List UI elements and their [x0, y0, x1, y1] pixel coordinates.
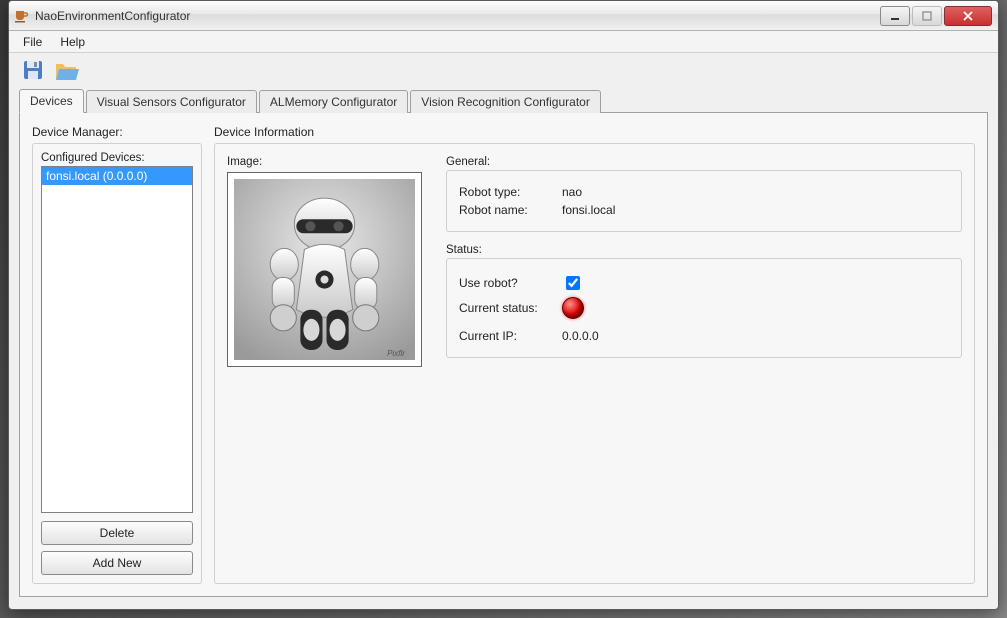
add-new-button[interactable]: Add New: [41, 551, 193, 575]
configured-devices-list[interactable]: fonsi.local (0.0.0.0): [41, 166, 193, 513]
status-group: Use robot? Current status: Current IP:: [446, 258, 962, 358]
menu-file[interactable]: File: [15, 33, 50, 51]
image-column: Image:: [227, 156, 432, 367]
device-manager-title: Device Manager:: [32, 125, 202, 139]
current-status-label: Current status:: [459, 301, 554, 315]
list-item[interactable]: fonsi.local (0.0.0.0): [42, 167, 192, 185]
robot-type-label: Robot type:: [459, 185, 554, 199]
tab-almemory[interactable]: ALMemory Configurator: [259, 90, 408, 113]
save-icon: [21, 58, 45, 85]
app-window: NaoEnvironmentConfigurator File Help: [8, 0, 999, 610]
nao-robot-image: Pixflr: [234, 179, 415, 360]
general-title: General:: [446, 156, 962, 168]
robot-image-frame: Pixflr: [227, 172, 422, 367]
device-manager-panel: Device Manager: Configured Devices: fons…: [32, 125, 202, 584]
window-controls: [880, 6, 992, 26]
menubar: File Help: [9, 31, 998, 53]
device-information-panel: Device Information Image:: [214, 125, 975, 584]
close-button[interactable]: [944, 6, 992, 26]
save-button[interactable]: [19, 57, 47, 85]
robot-type-value: nao: [562, 185, 582, 199]
robot-name-value: fonsi.local: [562, 203, 615, 217]
details-column: General: Robot type: nao Robot name: fon…: [446, 156, 962, 358]
current-ip-label: Current IP:: [459, 329, 554, 343]
java-cup-icon: [13, 8, 29, 24]
status-led-icon: [562, 297, 584, 319]
general-group: Robot type: nao Robot name: fonsi.local: [446, 170, 962, 232]
toolbar: [9, 53, 998, 89]
open-button[interactable]: [53, 57, 81, 85]
image-label: Image:: [227, 156, 432, 168]
tab-panel-devices: Device Manager: Configured Devices: fons…: [19, 113, 988, 597]
delete-button[interactable]: Delete: [41, 521, 193, 545]
tab-devices[interactable]: Devices: [19, 89, 84, 113]
use-robot-label: Use robot?: [459, 276, 554, 290]
current-ip-value: 0.0.0.0: [562, 329, 599, 343]
status-title: Status:: [446, 244, 962, 256]
menu-help[interactable]: Help: [52, 33, 93, 51]
tab-vision-recognition[interactable]: Vision Recognition Configurator: [410, 90, 601, 113]
tab-visual-sensors[interactable]: Visual Sensors Configurator: [86, 90, 257, 113]
configured-devices-label: Configured Devices:: [41, 152, 193, 164]
window-title: NaoEnvironmentConfigurator: [35, 9, 880, 23]
content-area: Devices Visual Sensors Configurator ALMe…: [9, 89, 998, 609]
robot-name-label: Robot name:: [459, 203, 554, 217]
minimize-button[interactable]: [880, 6, 910, 26]
open-folder-icon: [54, 58, 80, 85]
device-information-title: Device Information: [214, 125, 975, 139]
tabstrip: Devices Visual Sensors Configurator ALMe…: [19, 89, 988, 113]
use-robot-checkbox[interactable]: [566, 276, 580, 290]
svg-text:Pixflr: Pixflr: [387, 349, 405, 358]
maximize-button[interactable]: [912, 6, 942, 26]
titlebar: NaoEnvironmentConfigurator: [9, 1, 998, 31]
